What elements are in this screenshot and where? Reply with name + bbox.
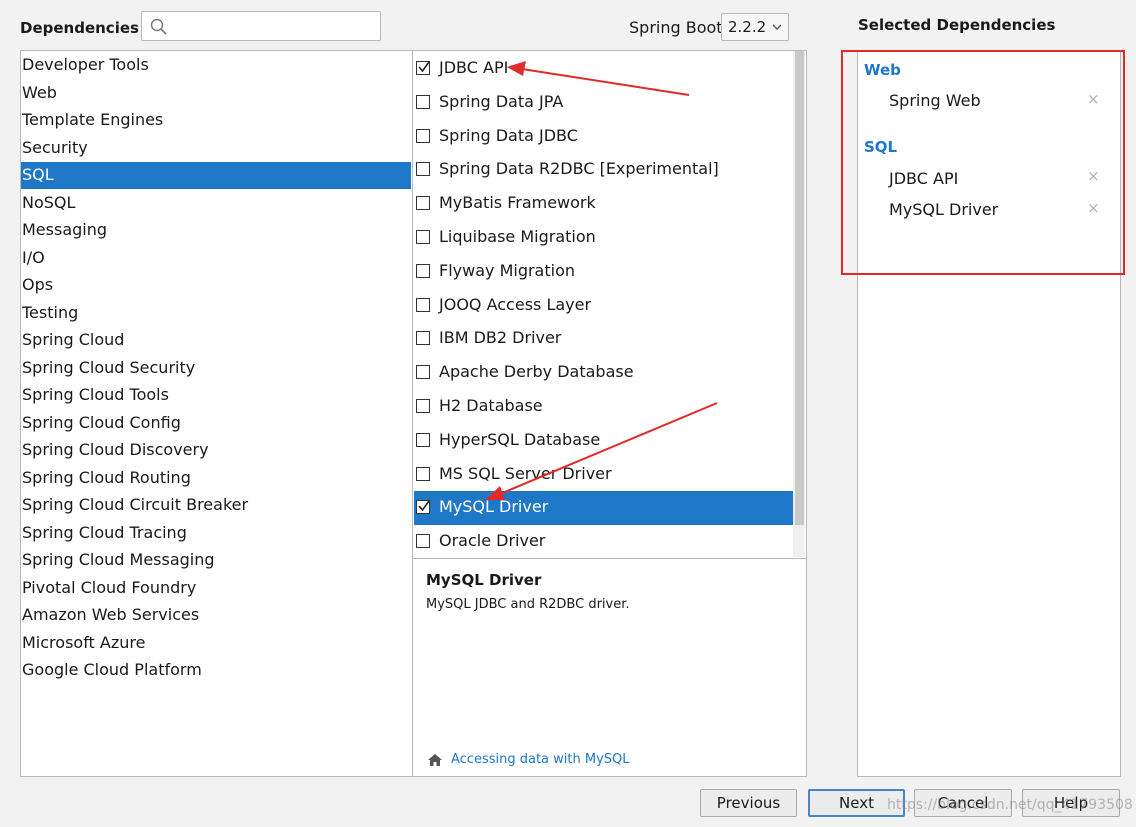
dependency-label: HyperSQL Database [439,429,601,449]
dependency-row[interactable]: JDBC API [414,52,794,86]
checkbox-unchecked[interactable] [416,94,430,109]
dependency-label: Flyway Migration [439,260,575,280]
checkbox-unchecked[interactable] [416,365,430,380]
dependency-label: Spring Data R2DBC [Experimental] [439,159,719,179]
checkbox-checked[interactable] [416,61,430,75]
dependency-label: Spring Data JDBC [439,125,578,145]
category-item[interactable]: Microsoft Azure [21,630,411,657]
category-item[interactable]: Amazon Web Services [21,602,411,629]
category-item[interactable]: I/O [21,245,411,272]
dependency-label: Oracle Driver [439,531,546,551]
category-list: Developer Tools Web Template Engines Securi… [20,50,413,777]
category-item[interactable]: Developer Tools [21,52,411,79]
spring-boot-label: Spring Boot [629,18,723,37]
category-item[interactable]: Spring Cloud Tracing [21,520,411,547]
category-item[interactable]: Testing [21,300,411,327]
dependency-label: MS SQL Server Driver [439,463,612,483]
dependency-row[interactable]: Apache Derby Database [414,356,794,390]
annotation-highlight-box [841,50,1125,275]
category-item[interactable]: Messaging [21,217,411,244]
dependency-row[interactable]: Spring Data R2DBC [Experimental] [414,153,794,187]
dependency-scrollbar-thumb[interactable] [795,51,804,525]
dependency-label: Spring Data JPA [439,91,564,111]
category-item[interactable]: Template Engines [21,107,411,134]
home-icon [428,754,442,766]
category-item[interactable]: Pivotal Cloud Foundry [21,575,411,602]
checkbox-checked[interactable] [416,500,430,515]
checkbox-unchecked[interactable] [416,263,430,278]
selected-dependencies-title: Selected Dependencies [858,16,1056,34]
dependency-row[interactable]: MySQL Driver [414,491,794,526]
dependency-row[interactable]: MyBatis Framework [414,187,794,221]
dependency-label: Liquibase Migration [439,227,596,246]
checkbox-unchecked[interactable] [416,297,430,312]
category-item[interactable]: SQL [21,162,411,189]
dependencies-title: Dependencies [20,19,139,37]
checkbox-unchecked[interactable] [416,196,430,211]
dependency-row[interactable]: HyperSQL Database [414,424,794,458]
category-item[interactable]: Spring Cloud Security [21,355,411,382]
dependency-label: Apache Derby Database [439,362,634,382]
category-item[interactable]: Spring Cloud Messaging [21,547,411,574]
category-item[interactable]: Security [21,135,411,162]
dependency-row[interactable]: Spring Data JDBC [414,120,794,154]
description-title: MySQL Driver [426,571,542,589]
search-input[interactable] [141,11,381,41]
watermark: https://blog.csdn.net/qq_41793508 [887,797,1133,813]
dependency-row[interactable]: Spring Data JPA [414,86,794,120]
spring-boot-version-select[interactable]: 2.2.2 [721,13,789,41]
previous-button[interactable]: Previous [700,789,797,817]
checkbox-unchecked[interactable] [416,331,430,346]
checkbox-unchecked[interactable] [416,432,430,447]
checkbox-unchecked[interactable] [416,466,430,481]
dependency-label: H2 Database [439,396,543,415]
dependency-label: JDBC API [439,58,509,77]
search-icon [150,18,167,35]
checkbox-unchecked[interactable] [416,230,430,244]
dependency-row[interactable]: Oracle Driver [414,525,794,558]
dependency-label: MySQL Driver [439,497,549,517]
category-item[interactable]: Spring Cloud Routing [21,465,411,492]
dependency-list: JDBC API Spring Data JPA Spring Data JDBC S… [412,50,807,559]
dependency-row[interactable]: H2 Database [414,390,794,424]
dependency-row[interactable]: Liquibase Migration [414,221,794,255]
checkbox-unchecked[interactable] [416,534,430,549]
dependency-row[interactable]: JOOQ Access Layer [414,289,794,323]
dependency-label: JOOQ Access Layer [439,294,592,314]
checkbox-unchecked[interactable] [416,128,430,143]
checkbox-unchecked[interactable] [416,399,430,413]
category-item[interactable]: Google Cloud Platform [21,657,411,684]
category-item[interactable]: Spring Cloud Config [21,410,411,437]
category-item[interactable]: Ops [21,272,411,299]
dependency-row[interactable]: IBM DB2 Driver [414,322,794,356]
category-item[interactable]: Web [21,80,411,107]
category-item[interactable]: Spring Cloud [21,327,411,354]
checkbox-unchecked[interactable] [416,162,430,177]
spring-boot-version-value: 2.2.2 [728,18,767,36]
description-text: MySQL JDBC and R2DBC driver. [426,597,630,612]
category-item[interactable]: Spring Cloud Discovery [21,437,411,464]
category-item[interactable]: NoSQL [21,190,411,217]
dependency-label: MyBatis Framework [439,193,596,213]
category-item[interactable]: Spring Cloud Tools [21,382,411,409]
dependency-row[interactable]: Flyway Migration [414,255,794,289]
description-panel [412,558,807,777]
chevron-down-icon [772,24,782,30]
category-item[interactable]: Spring Cloud Circuit Breaker [21,492,411,519]
dependency-row[interactable]: MS SQL Server Driver [414,458,794,492]
dependency-label: IBM DB2 Driver [439,328,562,348]
guide-link-label[interactable]: Accessing data with MySQL [451,752,630,767]
